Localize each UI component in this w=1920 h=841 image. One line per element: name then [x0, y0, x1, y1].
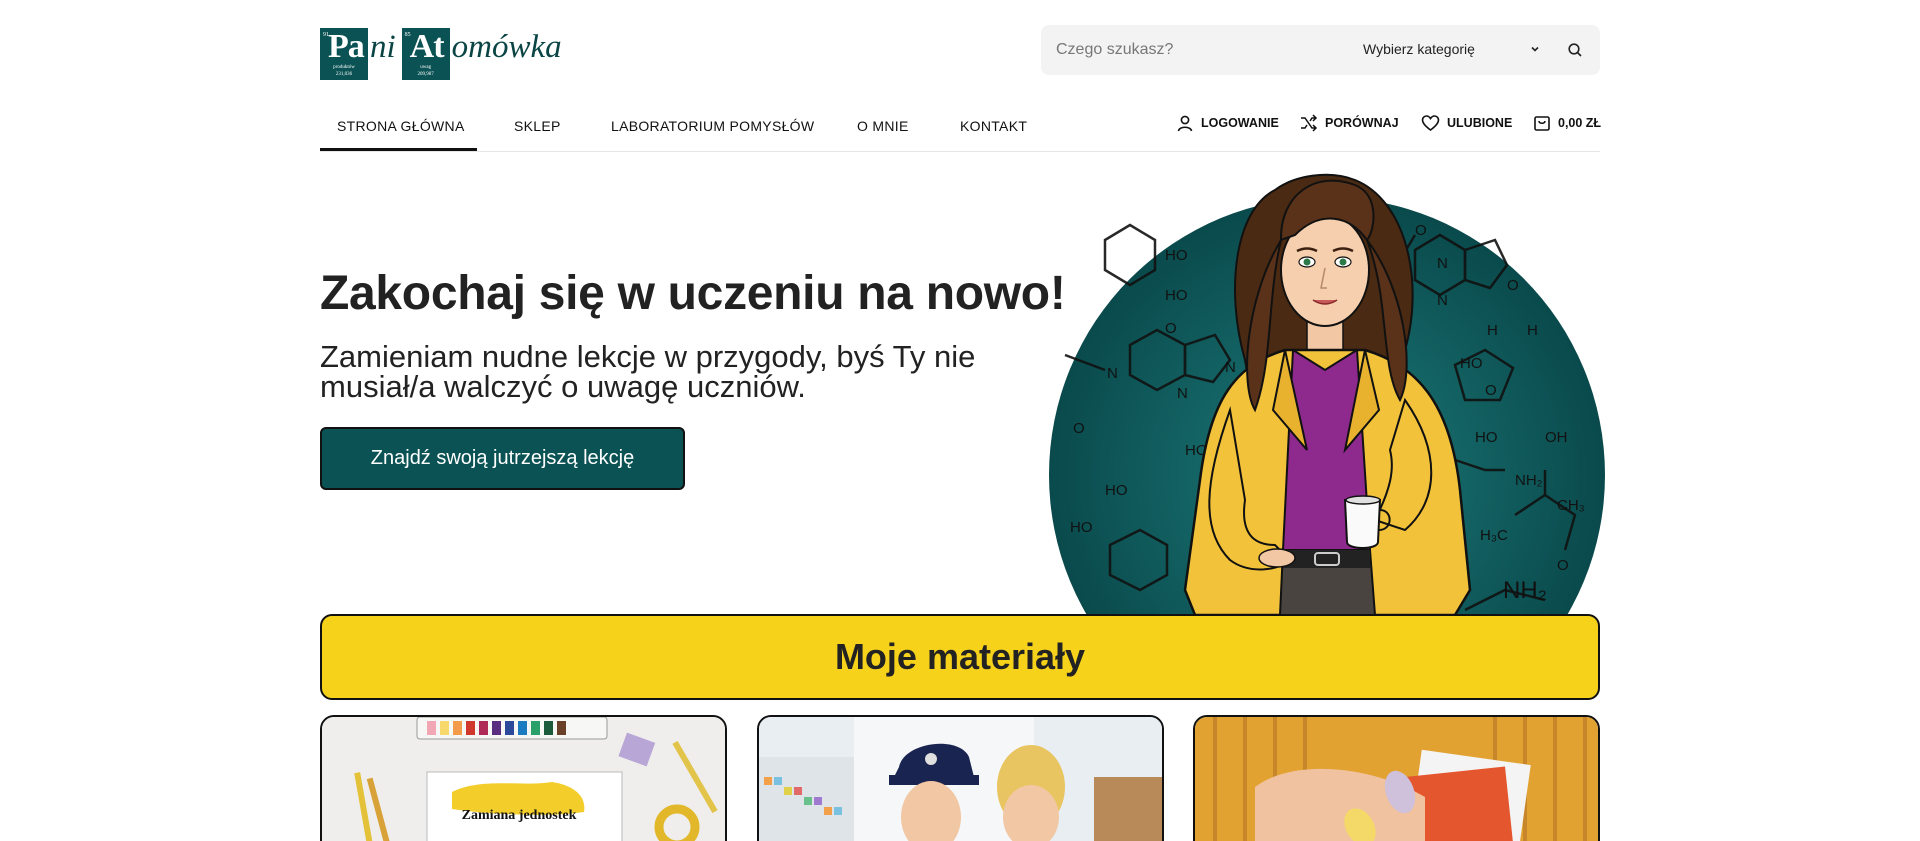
svg-text:NH₂: NH₂ — [1503, 577, 1547, 604]
svg-text:N: N — [1177, 385, 1188, 402]
hero-teacher-illustration: O N N N O HO HO HO HO HO O N N O H H HO … — [1049, 173, 1605, 615]
logo-script-part2: omówka — [451, 28, 562, 65]
wishlist-link[interactable]: ULUBIONE — [1421, 114, 1512, 132]
nav-item-lab[interactable]: Laboratorium Pomysłów — [611, 118, 814, 134]
svg-text:N: N — [1437, 292, 1448, 309]
logo-tile-caption: uwag — [420, 65, 432, 70]
login-label: LOGOWANIE — [1201, 116, 1279, 130]
product-card-units[interactable]: Zamiana jednostek — [320, 715, 727, 841]
nav-active-indicator — [320, 148, 477, 151]
shuffle-icon — [1301, 114, 1318, 132]
logo-tile-symbol: At — [409, 28, 445, 65]
search-bar: Wybierz kategorię — [1041, 25, 1600, 75]
svg-text:HO: HO — [1070, 519, 1093, 536]
hero-subtitle: Zamieniam nudne lekcje w przygody, byś T… — [320, 339, 976, 404]
nav-item-about[interactable]: O mnie — [857, 118, 909, 134]
svg-text:HO: HO — [1460, 355, 1483, 372]
svg-text:HO: HO — [1165, 247, 1188, 264]
svg-text:O: O — [1073, 420, 1085, 437]
main-nav: Strona Główna Sklep Laboratorium Pomysłó… — [320, 108, 1600, 152]
logo-script-part1: ni — [370, 28, 396, 65]
product-image-cards — [1195, 717, 1598, 841]
chevron-down-icon[interactable] — [1528, 42, 1542, 56]
card-image-caption: Zamiana jednostek — [462, 808, 577, 823]
svg-text:O: O — [1415, 222, 1427, 239]
svg-text:O: O — [1507, 277, 1519, 294]
svg-text:N: N — [1107, 365, 1118, 382]
user-icon — [1177, 115, 1193, 132]
nav-item-home[interactable]: Strona Główna — [337, 118, 465, 134]
logo-tile-value: 209,987 — [417, 72, 434, 77]
logo-tile-caption: produktów — [333, 65, 355, 70]
svg-text:NH₂: NH₂ — [1515, 472, 1543, 489]
svg-text:CH₃: CH₃ — [1557, 497, 1585, 514]
product-image-units: Zamiana jednostek — [322, 717, 725, 841]
svg-text:HO: HO — [1165, 287, 1188, 304]
svg-text:N: N — [1437, 255, 1448, 272]
nav-item-shop[interactable]: Sklep — [514, 118, 561, 134]
site-logo[interactable]: 91 Pa produktów 231,036 ni 85 At uwag 20… — [320, 26, 562, 82]
svg-text:H: H — [1527, 322, 1538, 339]
paint-palette — [427, 721, 566, 735]
svg-text:HO: HO — [1475, 429, 1498, 446]
logo-tile-value: 231,036 — [335, 72, 353, 77]
svg-text:O: O — [1485, 382, 1497, 399]
product-card-cards[interactable] — [1193, 715, 1600, 841]
search-input[interactable] — [1041, 41, 1341, 59]
cart-total: 0,00 ZŁ — [1558, 116, 1602, 130]
svg-text:O: O — [1165, 320, 1177, 337]
wishlist-label: ULUBIONE — [1447, 116, 1513, 130]
svg-text:H₃C: H₃C — [1480, 527, 1508, 544]
hero-title: Zakochaj się w uczeniu na nowo! — [320, 267, 1066, 320]
svg-text:H: H — [1487, 322, 1498, 339]
svg-text:OH: OH — [1545, 429, 1568, 446]
heart-icon — [1421, 115, 1440, 131]
cart-link[interactable]: 0,00 ZŁ — [1533, 114, 1601, 132]
materials-heading: Moje materiały — [320, 614, 1600, 700]
compare-label: PORÓWNAJ — [1325, 116, 1399, 130]
svg-text:HO: HO — [1105, 482, 1128, 499]
svg-text:O: O — [1557, 557, 1569, 574]
logo-tile-pa: 91 Pa produktów 231,036 — [320, 28, 368, 80]
product-image-police — [759, 717, 1162, 841]
nav-item-contact[interactable]: Kontakt — [960, 118, 1027, 134]
find-lesson-button[interactable]: Znajdź swoją jutrzejszą lekcję — [320, 427, 685, 490]
logo-tile-symbol: Pa — [328, 28, 365, 65]
logo-tile-at: 85 At uwag 209,987 — [401, 28, 450, 80]
compare-link[interactable]: PORÓWNAJ — [1300, 114, 1399, 132]
product-card-police[interactable] — [757, 715, 1164, 841]
login-link[interactable]: LOGOWANIE — [1176, 114, 1279, 132]
category-select[interactable]: Wybierz kategorię — [1363, 41, 1475, 57]
search-icon[interactable] — [1567, 42, 1583, 58]
svg-text:N: N — [1225, 359, 1236, 376]
shopping-bag-icon — [1534, 116, 1550, 131]
